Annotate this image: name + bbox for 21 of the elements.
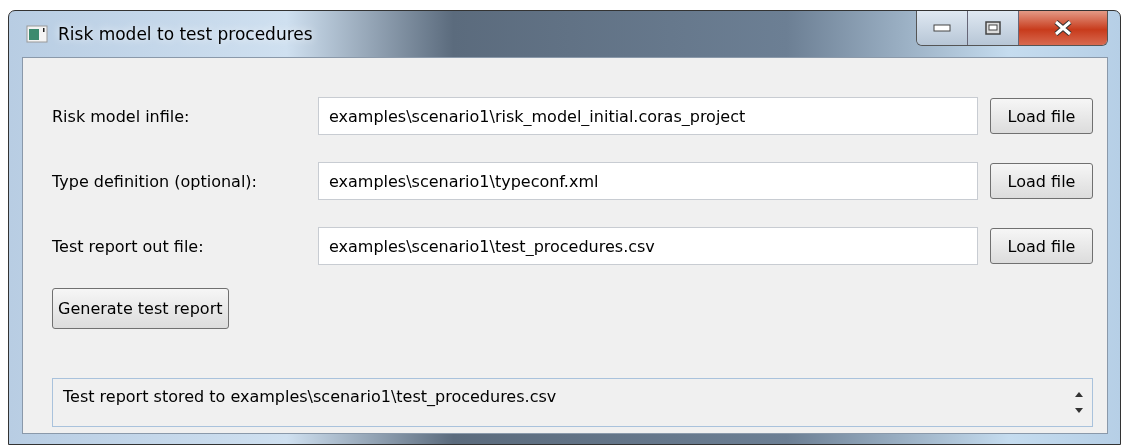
generate-button[interactable]: Generate test report bbox=[52, 288, 229, 329]
window-title: Risk model to test procedures bbox=[58, 24, 313, 44]
minimize-button[interactable] bbox=[917, 11, 968, 45]
scroll-down-icon[interactable] bbox=[1074, 408, 1084, 414]
minimize-icon bbox=[933, 24, 951, 32]
path-field[interactable]: examples\scenario1\risk_model_initial.coras_project bbox=[318, 97, 978, 135]
path-field[interactable]: examples\scenario1\typeconf.xml bbox=[318, 162, 978, 200]
load-file-button[interactable]: Load file bbox=[990, 98, 1093, 134]
load-file-button[interactable]: Load file bbox=[990, 163, 1093, 199]
window-icon bbox=[26, 25, 48, 43]
field-label: Type definition (optional): bbox=[52, 171, 258, 191]
status-text: Test report stored to examples\scenario1\test_procedures.csv bbox=[62, 386, 558, 408]
close-icon bbox=[1053, 20, 1073, 36]
maximize-icon bbox=[985, 21, 1001, 35]
maximize-button[interactable] bbox=[968, 11, 1019, 45]
scroll-up-icon[interactable] bbox=[1074, 391, 1084, 397]
field-label: Risk model infile: bbox=[52, 106, 191, 126]
close-button[interactable] bbox=[1019, 11, 1107, 45]
load-file-button[interactable]: Load file bbox=[990, 228, 1093, 264]
path-field[interactable]: examples\scenario1\test_procedures.csv bbox=[318, 227, 978, 265]
field-label: Test report out file: bbox=[52, 236, 205, 256]
